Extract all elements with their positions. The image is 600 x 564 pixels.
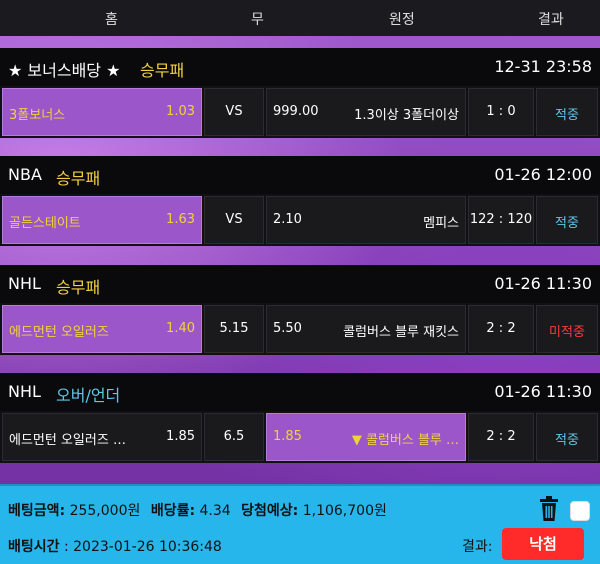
draw-odds: VS xyxy=(225,212,243,227)
score-cell: 122 : 120 xyxy=(468,196,534,244)
home-pick-cell[interactable]: 에드먼턴 오일러즈 … 1.85 xyxy=(2,413,202,461)
result-button[interactable]: 낙첨 xyxy=(502,528,584,560)
score: 1 : 0 xyxy=(486,104,516,119)
score: 2 : 2 xyxy=(486,429,516,444)
status-badge: 적중 xyxy=(555,433,579,448)
draw-cell[interactable]: 5.15 xyxy=(204,305,264,353)
draw-odds: VS xyxy=(225,104,243,119)
handicap-cell[interactable]: 6.5 xyxy=(204,413,264,461)
away-team: 1.3이상 3폴더이상 xyxy=(354,108,459,123)
market-type: 오버/언더 xyxy=(56,386,121,405)
draw-cell[interactable]: VS xyxy=(204,196,264,244)
league-name: ★ 보너스배당 ★ xyxy=(8,61,121,80)
market-type: 승무패 xyxy=(56,169,101,188)
bet-row: 골든스테이트 1.63 VS 2.10 멤피스 122 : 120 적중 xyxy=(0,194,600,246)
away-team: 콜럼버스 블루 재킷스 xyxy=(343,325,459,340)
home-team: 3폴보너스 xyxy=(9,108,66,123)
summary-line: 베팅금액: 255,000원 배당률: 4.34 당첨예상: 1,106,700… xyxy=(8,500,387,520)
away-team: ▼ 콜럼버스 블루 … xyxy=(351,433,459,448)
match-time: 01-26 11:30 xyxy=(494,382,592,401)
bet-amount: 255,000원 xyxy=(69,503,141,519)
home-team: 골든스테이트 xyxy=(9,216,81,231)
home-odds: 1.85 xyxy=(166,429,195,444)
status-badge: 적중 xyxy=(555,216,579,231)
away-odds: 2.10 xyxy=(273,212,302,227)
status-cell: 적중 xyxy=(536,413,598,461)
bet-row: 3폴보너스 1.03 VS 999.00 1.3이상 3폴더이상 1 : 0 적… xyxy=(0,86,600,138)
bet-time-line: 배팅시간 : 2023-01-26 10:36:48 xyxy=(8,536,222,556)
match-time: 12-31 23:58 xyxy=(494,57,592,76)
score: 122 : 120 xyxy=(469,212,533,227)
away-pick-cell[interactable]: 2.10 멤피스 xyxy=(266,196,466,244)
market-type: 승무패 xyxy=(140,61,185,80)
market-type: 승무패 xyxy=(56,278,101,297)
bet-time-label: 배팅시간 xyxy=(8,539,60,555)
home-odds: 1.63 xyxy=(166,212,195,227)
section-header: NHL 승무패 01-26 11:30 xyxy=(0,265,600,303)
header-home: 홈 xyxy=(105,12,118,28)
away-odds: 5.50 xyxy=(273,321,302,336)
bet-summary: 베팅금액: 255,000원 배당률: 4.34 당첨예상: 1,106,700… xyxy=(0,484,600,564)
header-draw: 무 xyxy=(251,12,264,28)
expected-value: 1,106,700원 xyxy=(302,503,387,519)
score-cell: 2 : 2 xyxy=(468,305,534,353)
status-badge: 적중 xyxy=(555,108,579,123)
bet-row: 에드먼턴 오일러즈 … 1.85 6.5 1.85 ▼ 콜럼버스 블루 … 2 … xyxy=(0,411,600,463)
home-odds: 1.40 xyxy=(166,321,195,336)
status-cell: 적중 xyxy=(536,196,598,244)
draw-odds: 5.15 xyxy=(219,321,249,336)
home-odds: 1.03 xyxy=(166,104,195,119)
match-time: 01-26 11:30 xyxy=(494,274,592,293)
odds-label: 배당률: xyxy=(150,503,196,519)
home-pick-cell[interactable]: 3폴보너스 1.03 xyxy=(2,88,202,136)
home-team: 에드먼턴 오일러즈 xyxy=(9,325,109,340)
home-pick-cell[interactable]: 골든스테이트 1.63 xyxy=(2,196,202,244)
result-label: 결과: xyxy=(462,539,493,555)
league-name: NHL xyxy=(8,274,41,293)
status-badge: 미적중 xyxy=(549,325,585,340)
league-name: NBA xyxy=(8,165,42,184)
score-cell: 2 : 2 xyxy=(468,413,534,461)
select-checkbox[interactable] xyxy=(570,501,590,521)
expected-label: 당첨예상: xyxy=(241,503,299,519)
bet-time-value: : 2023-01-26 10:36:48 xyxy=(63,539,222,555)
column-header: 홈 무 원정 결과 xyxy=(0,0,600,36)
away-team: 멤피스 xyxy=(423,216,459,231)
score: 2 : 2 xyxy=(486,321,516,336)
draw-cell[interactable]: VS xyxy=(204,88,264,136)
home-team: 에드먼턴 오일러즈 … xyxy=(9,433,126,448)
away-pick-cell[interactable]: 5.50 콜럼버스 블루 재킷스 xyxy=(266,305,466,353)
odds-value: 4.34 xyxy=(199,503,231,519)
bet-row: 에드먼턴 오일러즈 1.40 5.15 5.50 콜럼버스 블루 재킷스 2 :… xyxy=(0,303,600,355)
bet-amount-label: 베팅금액: xyxy=(8,503,66,519)
away-odds: 1.85 xyxy=(273,429,302,444)
section-header: ★ 보너스배당 ★ 승무패 12-31 23:58 xyxy=(0,48,600,86)
line-value: 6.5 xyxy=(223,429,245,444)
away-odds: 999.00 xyxy=(273,104,319,119)
header-away: 원정 xyxy=(389,12,415,28)
score-cell: 1 : 0 xyxy=(468,88,534,136)
section-header: NBA 승무패 01-26 12:00 xyxy=(0,156,600,194)
status-cell: 미적중 xyxy=(536,305,598,353)
away-pick-cell[interactable]: 999.00 1.3이상 3폴더이상 xyxy=(266,88,466,136)
header-result: 결과 xyxy=(538,12,564,28)
section-header: NHL 오버/언더 01-26 11:30 xyxy=(0,373,600,411)
match-time: 01-26 12:00 xyxy=(494,165,592,184)
status-cell: 적중 xyxy=(536,88,598,136)
away-pick-cell[interactable]: 1.85 ▼ 콜럼버스 블루 … xyxy=(266,413,466,461)
home-pick-cell[interactable]: 에드먼턴 오일러즈 1.40 xyxy=(2,305,202,353)
trash-icon[interactable] xyxy=(538,496,560,526)
league-name: NHL xyxy=(8,382,41,401)
